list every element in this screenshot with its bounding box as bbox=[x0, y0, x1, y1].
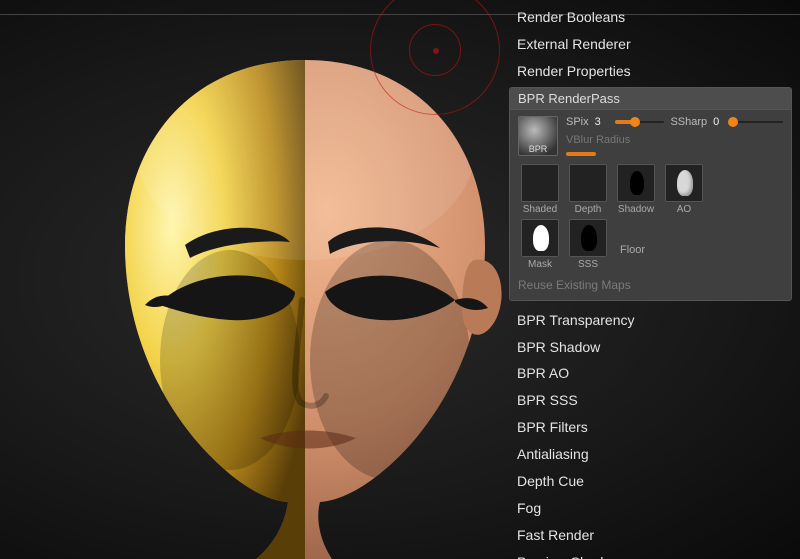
reuse-existing-maps[interactable]: Reuse Existing Maps bbox=[518, 278, 783, 292]
vblur-label: VBlur Radius bbox=[566, 134, 783, 146]
menu-bpr-shadow[interactable]: BPR Shadow bbox=[495, 334, 800, 361]
menu-depth-cue[interactable]: Depth Cue bbox=[495, 468, 800, 495]
renderpass-caption: AO bbox=[677, 204, 691, 215]
bpr-render-button[interactable]: BPR bbox=[518, 116, 558, 156]
spix-slider[interactable] bbox=[615, 121, 665, 123]
menu-external-renderer[interactable]: External Renderer bbox=[495, 31, 800, 58]
renderpass-shadow[interactable]: Shadow bbox=[614, 164, 658, 215]
renderpass-sss[interactable]: SSS bbox=[566, 219, 610, 270]
ssharp-slider[interactable] bbox=[733, 121, 783, 123]
menu-bpr-sss[interactable]: BPR SSS bbox=[495, 387, 800, 414]
panel-body: BPR SPix 3 SSharp 0 bbox=[510, 110, 791, 300]
render-preview bbox=[90, 30, 520, 559]
menu-bpr-filters[interactable]: BPR Filters bbox=[495, 414, 800, 441]
panel-title-bpr-renderpass[interactable]: BPR RenderPass bbox=[510, 88, 791, 110]
renderpass-caption: Shadow bbox=[618, 204, 654, 215]
viewport[interactable] bbox=[0, 0, 495, 559]
renderpass-thumb-shadow bbox=[617, 164, 655, 202]
menu-bpr-ao[interactable]: BPR AO bbox=[495, 360, 800, 387]
spix-label: SPix bbox=[566, 116, 589, 128]
renderpass-thumb-ao bbox=[665, 164, 703, 202]
renderpass-caption: SSS bbox=[578, 259, 598, 270]
render-menu: Render Booleans External Renderer Render… bbox=[495, 0, 800, 559]
spix-value: 3 bbox=[595, 116, 609, 128]
menu-fog[interactable]: Fog bbox=[495, 495, 800, 522]
renderpass-shaded[interactable]: Shaded bbox=[518, 164, 562, 215]
renderpass-ao[interactable]: AO bbox=[662, 164, 706, 215]
vblur-slider[interactable] bbox=[566, 152, 596, 156]
renderpass-thumb-mask bbox=[521, 219, 559, 257]
renderpass-thumb-depth bbox=[569, 164, 607, 202]
renderpass-thumb-shaded bbox=[521, 164, 559, 202]
ssharp-value: 0 bbox=[713, 116, 727, 128]
menu-render-properties[interactable]: Render Properties bbox=[495, 58, 800, 85]
panel-bpr-renderpass: BPR RenderPass BPR SPix 3 SSharp 0 bbox=[509, 87, 792, 301]
menu-fast-render[interactable]: Fast Render bbox=[495, 522, 800, 549]
renderpass-caption: Mask bbox=[528, 259, 552, 270]
menu-preview-shadows[interactable]: Preview Shadows bbox=[495, 549, 800, 559]
ssharp-label: SSharp bbox=[670, 116, 707, 128]
renderpass-mask[interactable]: Mask bbox=[518, 219, 562, 270]
bpr-render-label: BPR bbox=[519, 144, 557, 154]
renderpass-depth[interactable]: Depth bbox=[566, 164, 610, 215]
menu-bpr-transparency[interactable]: BPR Transparency bbox=[495, 307, 800, 334]
renderpass-floor[interactable]: Floor bbox=[614, 232, 645, 256]
menu-antialiasing[interactable]: Antialiasing bbox=[495, 441, 800, 468]
renderpass-caption: Depth bbox=[575, 204, 602, 215]
renderpass-thumb-sss bbox=[569, 219, 607, 257]
menu-render-booleans[interactable]: Render Booleans bbox=[495, 4, 800, 31]
renderpass-caption: Shaded bbox=[523, 204, 557, 215]
bpr-quality-sliders: SPix 3 SSharp 0 VBlur Radius bbox=[566, 116, 783, 156]
renderpass-grid: Shaded Depth Shadow AO Mask SSS Floor bbox=[518, 164, 728, 270]
